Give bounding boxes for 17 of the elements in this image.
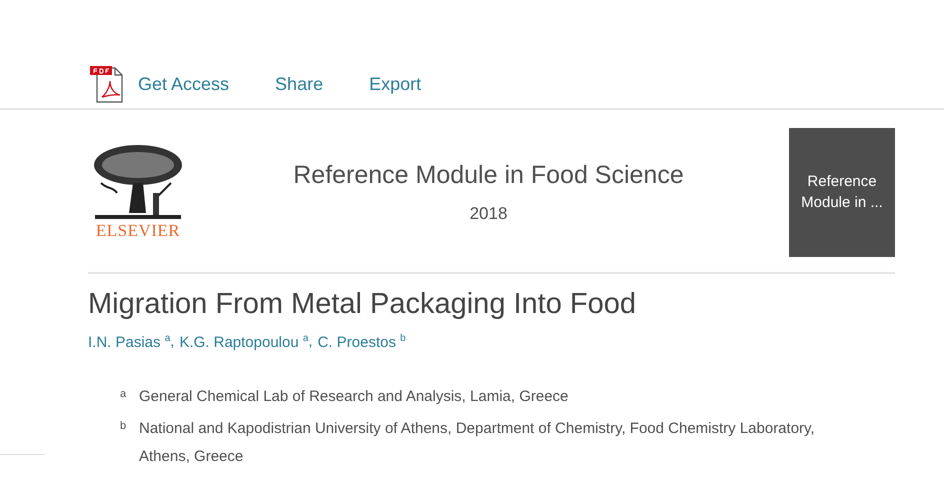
- affiliation-text: General Chemical Lab of Research and Analysis, Lamia, Greece: [139, 387, 570, 407]
- toolbar-link[interactable]: Share: [275, 74, 324, 94]
- affiliation-label: b: [120, 419, 128, 434]
- get-access-link[interactable]: Get Access: [88, 64, 230, 104]
- affiliation-text: National and Kapodistrian University of Athens, Department of Chemistry, Food Chemistry Laboratory, Athens, Greece: [139, 419, 816, 467]
- publication-year: 2018: [470, 204, 508, 224]
- cover-thumbnail[interactable]: Reference Module in ...: [789, 128, 895, 256]
- author-link[interactable]: C. Proestos $^{b}$: [318, 333, 406, 351]
- affiliation-label: a: [120, 387, 128, 402]
- comma: ,: [308, 333, 313, 351]
- toolbar-link[interactable]: Export: [369, 74, 422, 94]
- publication-title: Reference Module in Food Science: [293, 160, 684, 190]
- article-title: Migration From Metal Packaging Into Food: [88, 288, 638, 321]
- author-link[interactable]: K.G. Raptopoulou $^{a}$: [179, 333, 308, 351]
- author-link[interactable]: I.N. Pasias $^{a}$: [88, 333, 170, 351]
- publisher-logo-text: ELSEVIER: [96, 221, 180, 241]
- comma: ,: [170, 333, 174, 351]
